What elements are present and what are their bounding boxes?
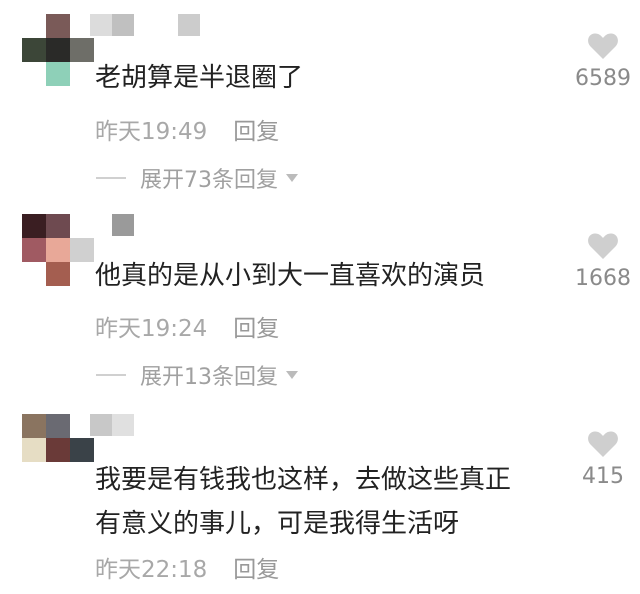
avatar-pixel — [46, 414, 70, 438]
comment-time: 昨天22:18 — [95, 557, 208, 583]
username-pixel — [134, 414, 156, 436]
expand-replies-label: 展开73条回复 — [140, 168, 278, 193]
expand-replies-button[interactable]: 展开13条回复 — [96, 359, 298, 391]
username-mosaic[interactable] — [90, 14, 200, 36]
avatar-pixel — [70, 62, 94, 86]
avatar-pixel — [46, 38, 70, 62]
avatar-pixel — [46, 262, 70, 286]
comment-meta: 昨天19:24 回复 — [95, 309, 279, 343]
expand-replies-label: 展开13条回复 — [140, 365, 278, 390]
expand-replies-button[interactable]: 展开73条回复 — [96, 162, 298, 194]
avatar-pixel — [22, 38, 46, 62]
like-button[interactable]: 6589 — [575, 32, 631, 91]
avatar[interactable] — [22, 214, 118, 286]
avatar-pixel — [22, 62, 46, 86]
comment-text: 他真的是从小到大一直喜欢的演员 — [95, 261, 486, 291]
avatar[interactable] — [22, 14, 118, 86]
username-mosaic[interactable] — [90, 214, 200, 236]
username-pixel — [178, 14, 200, 36]
avatar-pixel — [22, 414, 46, 438]
like-count: 415 — [582, 464, 624, 489]
username-pixel — [90, 14, 112, 36]
username-pixel — [90, 214, 112, 236]
avatar-pixel — [22, 238, 46, 262]
username-pixel — [156, 414, 178, 436]
avatar-pixel — [22, 262, 46, 286]
chevron-down-icon — [286, 371, 298, 379]
avatar-pixel — [70, 238, 94, 262]
username-pixel — [112, 14, 134, 36]
username-pixel — [156, 14, 178, 36]
comment-meta: 昨天22:18 回复 — [95, 550, 279, 584]
avatar-pixel — [70, 438, 94, 462]
avatar-pixel — [46, 462, 70, 486]
avatar-pixel — [22, 438, 46, 462]
avatar-pixel — [70, 38, 94, 62]
avatar-pixel — [70, 462, 94, 486]
reply-button[interactable]: 回复 — [233, 557, 279, 583]
avatar[interactable] — [22, 414, 118, 486]
chevron-down-icon — [286, 174, 298, 182]
avatar-pixel — [22, 14, 46, 38]
username-pixel — [178, 414, 200, 436]
like-count: 1668 — [575, 266, 631, 291]
username-pixel — [112, 214, 134, 236]
comment-meta: 昨天19:49 回复 — [95, 112, 279, 146]
avatar-pixel — [46, 214, 70, 238]
comment-text: 我要是有钱我也这样，去做这些真正 有意义的事儿，可是我得生活呀 — [95, 465, 512, 539]
avatar-pixel — [46, 438, 70, 462]
username-pixel — [178, 214, 200, 236]
username-pixel — [90, 414, 112, 436]
heart-icon — [588, 431, 618, 457]
reply-button[interactable]: 回复 — [233, 316, 279, 342]
avatar-pixel — [46, 14, 70, 38]
avatar-pixel — [70, 262, 94, 286]
divider — [96, 177, 126, 179]
like-count: 6589 — [575, 66, 631, 91]
avatar-pixel — [46, 62, 70, 86]
avatar-pixel — [46, 238, 70, 262]
username-pixel — [112, 414, 134, 436]
avatar-pixel — [22, 214, 46, 238]
comment-text: 老胡算是半退圈了 — [95, 63, 304, 93]
like-button[interactable]: 1668 — [575, 232, 631, 291]
username-pixel — [134, 214, 156, 236]
reply-button[interactable]: 回复 — [233, 119, 279, 145]
comment-time: 昨天19:49 — [95, 119, 208, 145]
divider — [96, 374, 126, 376]
comment-time: 昨天19:24 — [95, 316, 208, 342]
like-button[interactable]: 415 — [575, 430, 631, 489]
heart-icon — [588, 233, 618, 259]
heart-icon — [588, 33, 618, 59]
username-mosaic[interactable] — [90, 414, 200, 436]
username-pixel — [134, 14, 156, 36]
username-pixel — [156, 214, 178, 236]
avatar-pixel — [22, 462, 46, 486]
